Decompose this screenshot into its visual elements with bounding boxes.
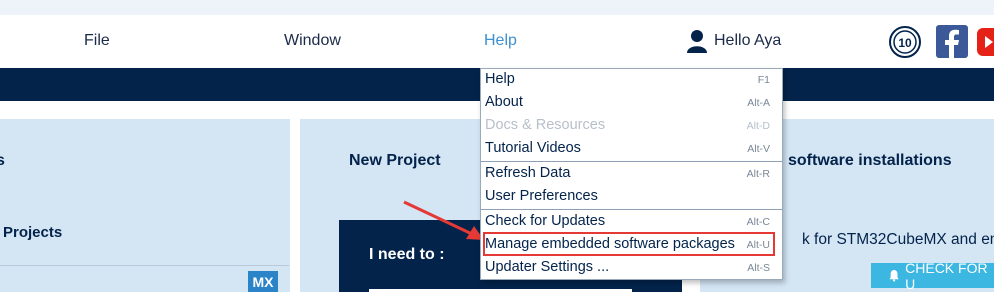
user-greeting: Hello Aya [714,32,782,49]
check-updates-description: k for STM32CubeMX and emb [802,231,994,248]
youtube-icon[interactable] [977,28,994,56]
existing-projects-title: s [0,152,5,169]
help-menu-item-docs: Docs & Resources Alt-D [485,117,770,133]
facebook-icon[interactable] [936,25,968,58]
manage-installations-title: software installations [788,152,952,169]
annotation-highlight-box [483,232,775,256]
menu-help[interactable]: Help [484,32,517,50]
help-menu-item-help[interactable]: Help F1 [485,69,780,91]
annotation-arrow-icon [403,200,484,240]
divider-line [0,265,289,266]
menu-separator [481,161,782,162]
mx-badge: MX [248,271,278,292]
help-menu-item-about[interactable]: About Alt-A [485,92,780,114]
menu-window[interactable]: Window [284,32,341,50]
bell-icon [889,269,899,282]
anniversary-badge-icon[interactable]: 10 [889,26,921,58]
recent-projects-title: Projects [3,224,63,241]
help-menu-item-updater-settings[interactable]: Updater Settings ... Alt-S [485,257,780,279]
menu-file[interactable]: File [84,32,110,50]
check-for-updates-label: CHECK FOR U [905,259,988,292]
user-icon [687,30,707,53]
top-strip [0,0,994,15]
i-need-to-label: I need to : [369,246,445,263]
menu-separator [481,209,782,210]
user-account[interactable]: Hello Aya [686,29,781,53]
check-for-updates-button[interactable]: CHECK FOR U [871,260,994,292]
new-project-title: New Project [349,152,441,169]
help-menu-item-check-updates[interactable]: Check for Updates Alt-C [485,211,780,233]
menu-bar: File Window Help Hello Aya 10 [0,15,994,68]
column-divider [290,119,300,292]
help-menu-item-preferences[interactable]: User Preferences [485,186,780,208]
help-menu-item-refresh[interactable]: Refresh Data Alt-R [485,163,780,185]
help-menu-item-tutorials[interactable]: Tutorial Videos Alt-V [485,138,780,160]
svg-text:10: 10 [898,36,912,50]
